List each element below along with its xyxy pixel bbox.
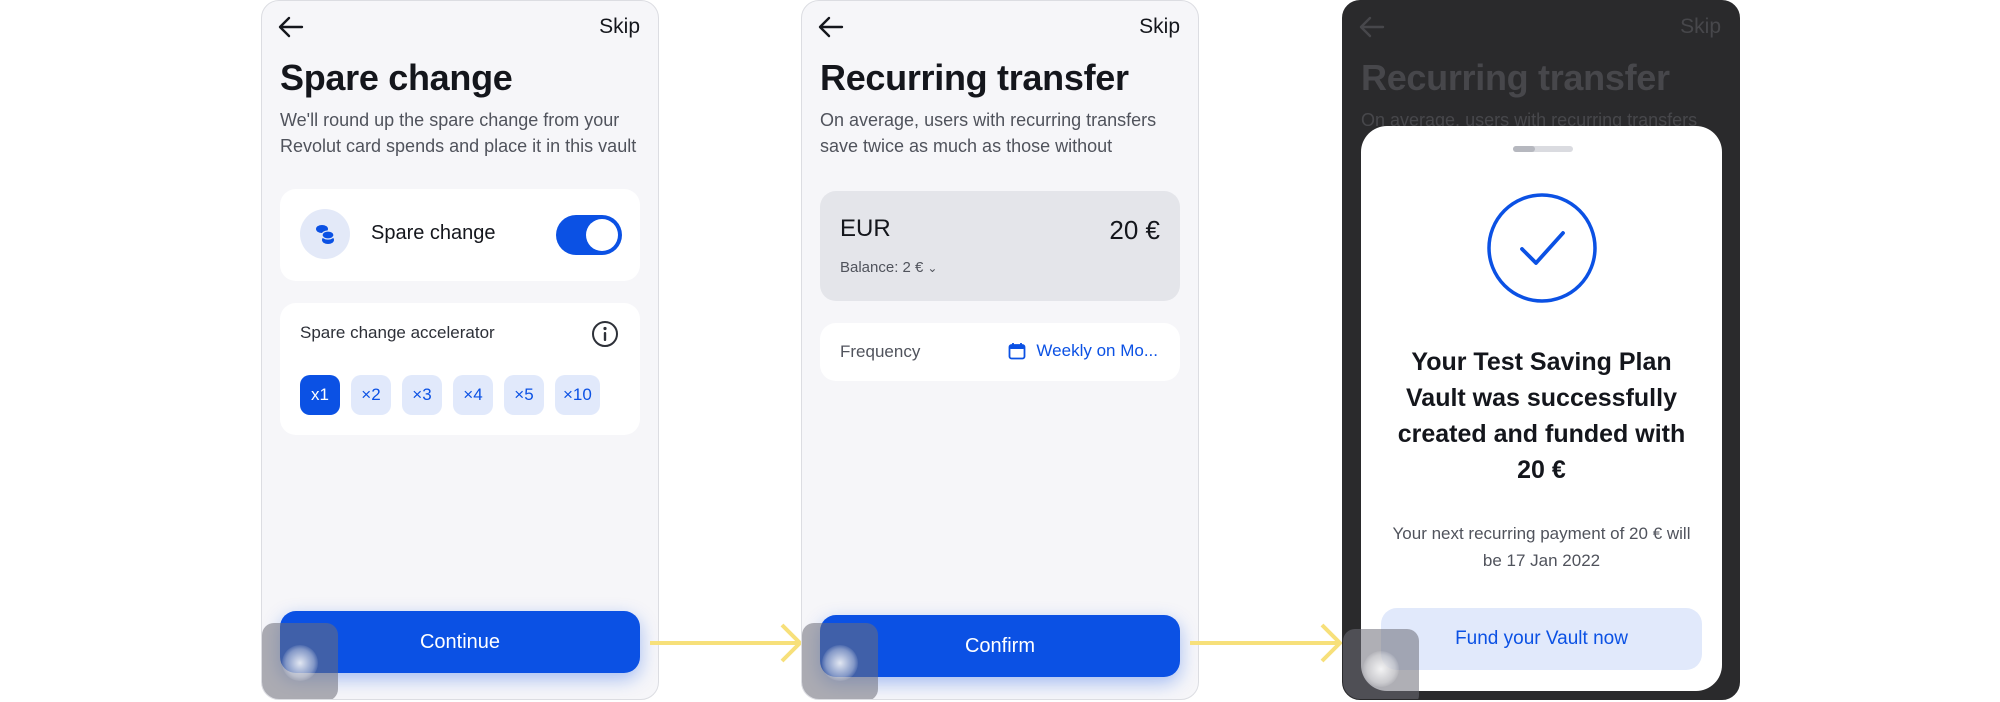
chevron-down-icon: ⌄ (927, 261, 938, 275)
spare-change-toggle[interactable] (556, 215, 622, 255)
multiplier-chip-x2[interactable]: ×2 (351, 375, 391, 415)
multiplier-chip-x10[interactable]: ×10 (555, 375, 600, 415)
skip-button: Skip (1680, 15, 1721, 38)
success-bottom-sheet: Your Test Saving Plan Vault was successf… (1361, 126, 1722, 691)
checkmark-circle-icon (1487, 193, 1597, 303)
amount-card[interactable]: EUR 20 € Balance: 2 € ⌄ (820, 191, 1180, 301)
accelerator-label: Spare change accelerator (300, 323, 495, 342)
multiplier-chip-x4[interactable]: ×4 (453, 375, 493, 415)
multiplier-chip-x1[interactable]: x1 (300, 375, 340, 415)
touch-indicator (802, 623, 878, 699)
currency-label: EUR (840, 215, 891, 242)
multiplier-chips: x1 ×2 ×3 ×4 ×5 ×10 (300, 375, 600, 415)
back-arrow-icon (1359, 16, 1385, 38)
balance-text: Balance: 2 € (840, 259, 924, 276)
top-bar: Skip (1343, 1, 1739, 53)
back-arrow-icon[interactable] (818, 15, 844, 39)
spare-change-toggle-card: Spare change (280, 189, 640, 281)
success-title: Your Test Saving Plan Vault was successf… (1397, 348, 1686, 484)
touch-point (282, 645, 318, 681)
back-arrow-icon[interactable] (278, 15, 304, 39)
multiplier-chip-x3[interactable]: ×3 (402, 375, 442, 415)
page-title: Spare change (280, 57, 513, 98)
spare-change-label: Spare change (371, 222, 496, 244)
flow-arrow-icon (650, 623, 802, 663)
top-bar: Skip (802, 1, 1198, 53)
amount-value[interactable]: 20 € (1109, 215, 1160, 246)
top-bar: Skip (262, 1, 658, 53)
touch-indicator (1343, 629, 1419, 699)
touch-indicator (262, 623, 338, 699)
page-subtitle: On average, users with recurring transfe… (820, 110, 1157, 156)
screen-recurring-transfer: Skip Recurring transfer On average, user… (801, 0, 1199, 700)
sheet-handle-segment (1513, 146, 1535, 152)
page-title: Recurring transfer (1361, 57, 1670, 98)
flow-arrow-icon (1190, 623, 1342, 663)
accelerator-card: Spare change accelerator x1 ×2 ×3 ×4 ×5 … (280, 303, 640, 435)
coins-icon (300, 209, 350, 259)
skip-button[interactable]: Skip (1139, 15, 1180, 39)
screen-spare-change: Skip Spare change We'll round up the spa… (261, 0, 659, 700)
calendar-icon (1009, 343, 1026, 360)
touch-point (822, 645, 858, 681)
screen-success-modal: Skip Recurring transfer On average, user… (1342, 0, 1740, 700)
touch-point (1363, 651, 1399, 687)
fund-vault-button[interactable]: Fund your Vault now (1381, 608, 1702, 670)
success-subtitle: Your next recurring payment of 20 € will… (1392, 524, 1691, 570)
frequency-card[interactable]: Frequency Weekly on Mo... (820, 323, 1180, 381)
balance-selector[interactable]: Balance: 2 € ⌄ (840, 259, 937, 276)
frequency-label: Frequency (840, 342, 921, 361)
page-subtitle: We'll round up the spare change from you… (280, 110, 637, 156)
page-title: Recurring transfer (820, 57, 1129, 98)
multiplier-chip-x5[interactable]: ×5 (504, 375, 544, 415)
frequency-selector[interactable]: Weekly on Mo... (1008, 341, 1158, 361)
skip-button[interactable]: Skip (599, 15, 640, 39)
toggle-knob (586, 219, 618, 251)
sheet-handle[interactable] (1513, 146, 1573, 152)
info-icon[interactable] (590, 319, 620, 349)
frequency-value: Weekly on Mo... (1036, 341, 1158, 360)
